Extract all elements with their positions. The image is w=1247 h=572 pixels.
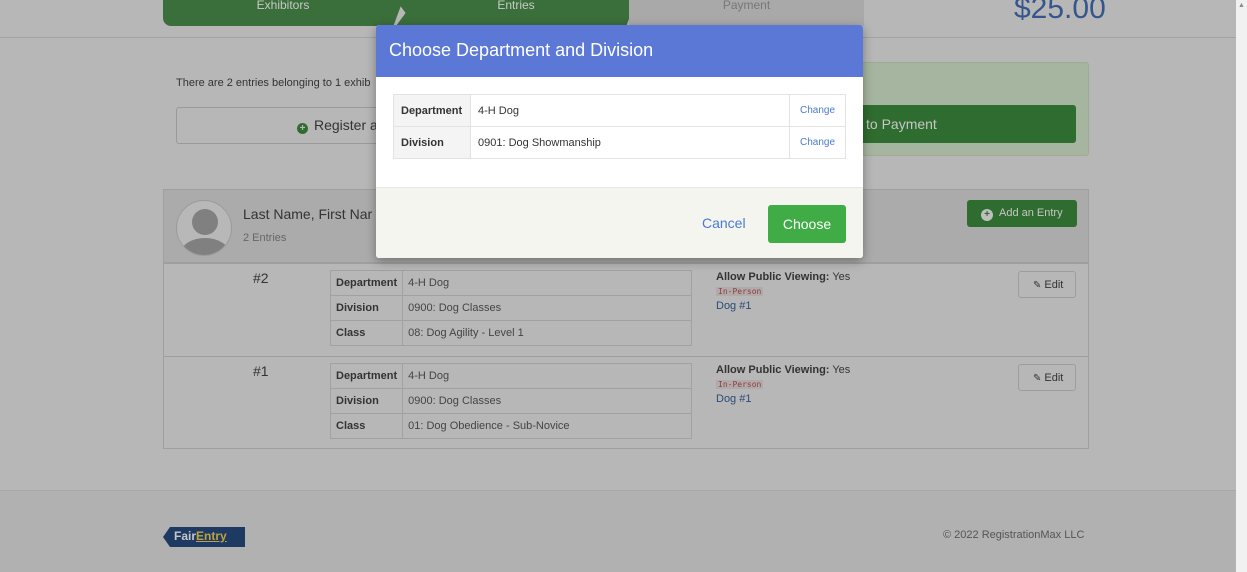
avatar-head (192, 209, 218, 235)
public-viewing-label: Allow Public Viewing: (716, 364, 830, 376)
change-department-link[interactable]: Change (789, 94, 846, 127)
public-viewing-label: Allow Public Viewing: (716, 271, 830, 283)
entry-number: #2 (253, 270, 269, 286)
animal-link[interactable]: Dog #1 (716, 300, 751, 312)
division-key: Division (329, 388, 404, 414)
department-value: 4-H Dog (402, 363, 692, 389)
class-key: Class (329, 413, 404, 439)
division-key: Division (393, 126, 471, 159)
choose-button[interactable]: Choose (768, 205, 846, 243)
department-value: 4-H Dog (402, 270, 692, 296)
department-key: Department (393, 94, 471, 127)
entries-count: 2 Entries (243, 232, 287, 244)
logo-entry-text: Entry (196, 529, 227, 543)
change-division-link[interactable]: Change (789, 126, 846, 159)
edit-label: Edit (1044, 279, 1064, 291)
table-row: Division 0900: Dog Classes (329, 388, 692, 414)
entry-row: #2 Department 4-H Dog Division 0900: Dog… (164, 263, 1088, 357)
division-value: 0900: Dog Classes (402, 295, 692, 321)
progress-stepper: Exhibitors Entries Payment (163, 0, 864, 26)
plus-circle-icon: + (981, 209, 993, 221)
public-viewing-value: Yes (832, 364, 851, 376)
exhibitor-name: Last Name, First Nar (243, 206, 373, 222)
edit-entry-button[interactable]: ✎ Edit (1018, 364, 1076, 391)
table-row: Class 01: Dog Obedience - Sub-Novice (329, 413, 692, 439)
in-person-badge: In-Person (716, 380, 764, 389)
selection-table: Department 4-H Dog Change Division 0901:… (393, 94, 846, 159)
class-value: 01: Dog Obedience - Sub-Novice (402, 413, 692, 439)
pencil-icon: ✎ (1033, 280, 1042, 291)
register-button-label: Register a (314, 117, 378, 133)
entries-summary-text: There are 2 entries belonging to 1 exhib (176, 77, 371, 89)
entry-details-table: Department 4-H Dog Division 0900: Dog Cl… (329, 270, 692, 346)
plus-circle-icon: + (297, 123, 308, 134)
scroll-up-arrow-icon[interactable]: ▲ (1238, 2, 1245, 10)
division-value: 0901: Dog Showmanship (470, 126, 790, 159)
animal-link[interactable]: Dog #1 (716, 393, 751, 405)
step-entries[interactable]: Entries (396, 0, 636, 26)
in-person-badge: In-Person (716, 287, 764, 296)
table-row: Department 4-H Dog (329, 270, 692, 296)
order-total: $25.00 (1014, 0, 1106, 25)
public-viewing-value: Yes (832, 271, 851, 283)
edit-label: Edit (1044, 372, 1064, 384)
table-row: Department 4-H Dog (329, 363, 692, 389)
continue-to-payment-button[interactable]: to Payment (862, 105, 1076, 143)
table-row: Class 08: Dog Agility - Level 1 (329, 320, 692, 346)
logo-fair-text: Fair (174, 529, 197, 543)
department-value: 4-H Dog (470, 94, 790, 127)
copyright-text: © 2022 RegistrationMax LLC (943, 529, 1085, 541)
entry-meta: Allow Public Viewing: Yes In-Person Dog … (716, 363, 850, 406)
fairentry-logo[interactable]: FairEntry (163, 527, 245, 547)
modal-footer: Cancel Choose (376, 187, 863, 258)
table-row: Department 4-H Dog Change (393, 94, 846, 127)
table-row: Division 0901: Dog Showmanship Change (393, 126, 846, 159)
add-entry-button[interactable]: + Add an Entry (967, 200, 1077, 227)
modal-body: Department 4-H Dog Change Division 0901:… (376, 77, 863, 187)
step-exhibitors[interactable]: Exhibitors (163, 0, 403, 26)
table-row: Division 0900: Dog Classes (329, 295, 692, 321)
edit-entry-button[interactable]: ✎ Edit (1018, 271, 1076, 298)
department-key: Department (329, 270, 404, 296)
choose-department-modal: Choose Department and Division Departmen… (376, 25, 863, 258)
entry-details-table: Department 4-H Dog Division 0900: Dog Cl… (329, 363, 692, 439)
class-value: 08: Dog Agility - Level 1 (402, 320, 692, 346)
modal-title: Choose Department and Division (376, 25, 863, 77)
entry-meta: Allow Public Viewing: Yes In-Person Dog … (716, 270, 850, 313)
add-entry-label: Add an Entry (999, 207, 1063, 219)
register-exhibitor-button[interactable]: + Register a (176, 107, 386, 144)
page-scrollbar[interactable]: ▲ (1236, 0, 1247, 572)
entry-number: #1 (253, 363, 269, 379)
division-key: Division (329, 295, 404, 321)
avatar-body (181, 238, 229, 255)
cancel-button[interactable]: Cancel (702, 215, 746, 231)
entry-row: #1 Department 4-H Dog Division 0900: Dog… (164, 356, 1088, 450)
division-value: 0900: Dog Classes (402, 388, 692, 414)
department-key: Department (329, 363, 404, 389)
class-key: Class (329, 320, 404, 346)
avatar (176, 200, 232, 256)
pencil-icon: ✎ (1033, 373, 1042, 384)
step-payment[interactable]: Payment (629, 0, 864, 26)
payment-button-label: to Payment (866, 116, 937, 132)
